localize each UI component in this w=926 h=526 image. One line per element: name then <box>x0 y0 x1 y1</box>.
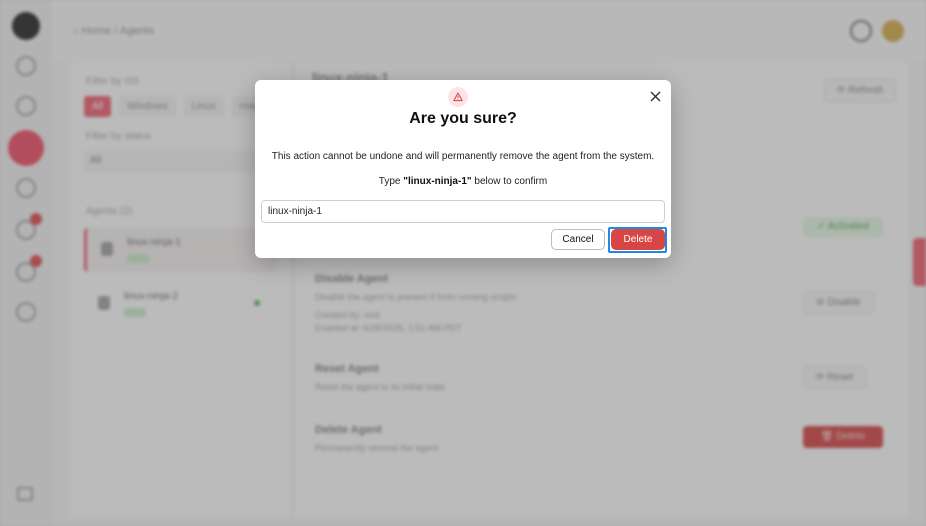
cancel-button[interactable]: Cancel <box>551 229 605 250</box>
warning-triangle-icon <box>448 87 468 107</box>
confirm-suffix: below to confirm <box>471 176 548 187</box>
confirm-delete-button[interactable]: Delete <box>611 229 665 250</box>
close-icon[interactable] <box>647 88 663 104</box>
confirm-agent-name: "linux-ninja-1" <box>403 176 472 187</box>
confirm-prefix: Type <box>378 176 404 187</box>
confirm-instruction: Type "linux-ninja-1" below to confirm <box>255 176 671 187</box>
dialog-title: Are you sure? <box>409 110 517 127</box>
modal-backdrop[interactable] <box>0 0 926 526</box>
confirm-delete-dialog: Are you sure? This action cannot be undo… <box>255 80 671 258</box>
dialog-warning-text: This action cannot be undone and will pe… <box>271 151 655 162</box>
confirm-name-input[interactable] <box>261 200 665 223</box>
